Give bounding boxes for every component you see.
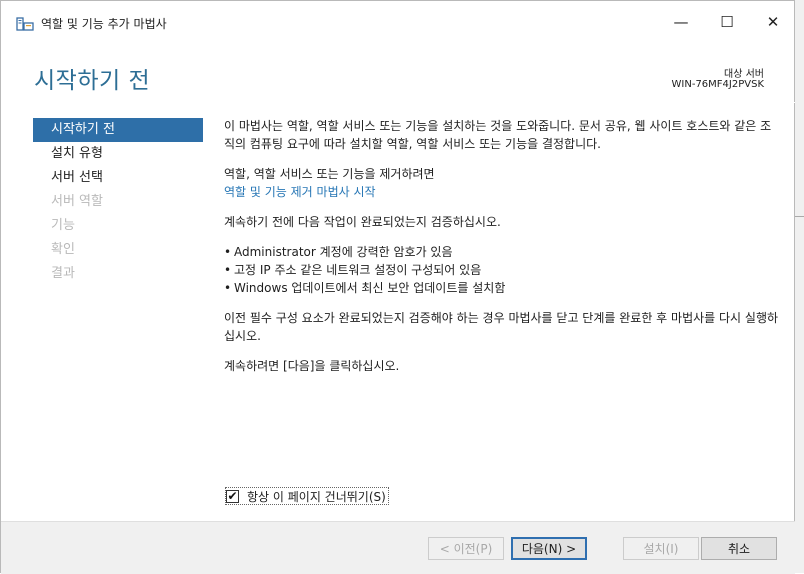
minimize-button[interactable]: —: [661, 8, 701, 36]
header-divider: [1, 102, 795, 103]
prerequisite-list: Administrator 계정에 강력한 암호가 있음 고정 IP 주소 같은…: [224, 243, 779, 297]
next-button[interactable]: 다음(N) >: [511, 537, 587, 560]
maximize-icon: ☐: [720, 13, 734, 31]
background-strip: [795, 0, 804, 573]
nav-item-server-selection[interactable]: 서버 선택: [33, 166, 203, 190]
target-server-label: 대상 서버: [724, 69, 764, 80]
checkmark-icon: ✔: [227, 489, 238, 503]
wizard-nav: 시작하기 전 설치 유형 서버 선택 서버 역할 기능 확인 결과: [33, 118, 203, 286]
verify-text: 계속하기 전에 다음 작업이 완료되었는지 검증하십시오.: [224, 215, 501, 229]
nav-item-server-roles: 서버 역할: [51, 194, 103, 209]
window-title: 역할 및 기능 추가 마법사: [41, 17, 167, 31]
title-bar[interactable]: 역할 및 기능 추가 마법사 — ☐ ✕: [1, 1, 795, 43]
continue-text: 계속하려면 [다음]을 클릭하십시오.: [224, 359, 400, 373]
wizard-window: 역할 및 기능 추가 마법사 — ☐ ✕ 시작하기 전 대상 서버 WIN-76…: [0, 0, 795, 574]
skip-page-label: 항상 이 페이지 건너뛰기(S): [247, 489, 386, 504]
checkbox-box[interactable]: ✔: [226, 489, 239, 503]
nav-item-features: 기능: [51, 218, 75, 233]
nav-item-results: 결과: [51, 266, 75, 281]
page-title: 시작하기 전: [34, 68, 151, 94]
remove-wizard-link[interactable]: 역할 및 기능 제거 마법사 시작: [224, 183, 779, 201]
server-manager-icon: [16, 17, 34, 31]
nav-item-installation-type[interactable]: 설치 유형: [33, 142, 203, 166]
nav-item-confirmation: 확인: [51, 242, 75, 257]
wizard-content: 이 마법사는 역할, 역할 서비스 또는 기능을 설치하는 것을 도와줍니다. …: [224, 117, 779, 387]
maximize-button[interactable]: ☐: [707, 8, 747, 36]
install-button[interactable]: 설치(I): [623, 537, 699, 560]
close-icon: ✕: [766, 13, 780, 31]
cancel-button[interactable]: 취소: [701, 537, 777, 560]
minimize-icon: —: [673, 13, 689, 31]
list-item: 고정 IP 주소 같은 네트워크 설정이 구성되어 있음: [224, 261, 779, 279]
previous-button[interactable]: < 이전(P): [428, 537, 504, 560]
remove-section: 역할, 역할 서비스 또는 기능을 제거하려면 역할 및 기능 제거 마법사 시…: [224, 165, 779, 201]
remove-text: 역할, 역할 서비스 또는 기능을 제거하려면: [224, 167, 435, 181]
close-button[interactable]: ✕: [753, 8, 793, 36]
nav-item-before-you-begin[interactable]: 시작하기 전: [33, 118, 203, 142]
target-server-name: WIN-76MF4J2PVSK: [671, 79, 764, 90]
prereq-text: 이전 필수 구성 요소가 완료되었는지 검증해야 하는 경우 마법사를 닫고 단…: [224, 311, 779, 343]
intro-text: 이 마법사는 역할, 역할 서비스 또는 기능을 설치하는 것을 도와줍니다. …: [224, 119, 772, 151]
skip-page-checkbox[interactable]: ✔ 항상 이 페이지 건너뛰기(S): [225, 487, 389, 505]
button-bar: < 이전(P) 다음(N) > 설치(I) 취소: [1, 521, 795, 574]
list-item: Administrator 계정에 강력한 암호가 있음: [224, 243, 779, 261]
list-item: Windows 업데이트에서 최신 보안 업데이트를 설치함: [224, 279, 779, 297]
